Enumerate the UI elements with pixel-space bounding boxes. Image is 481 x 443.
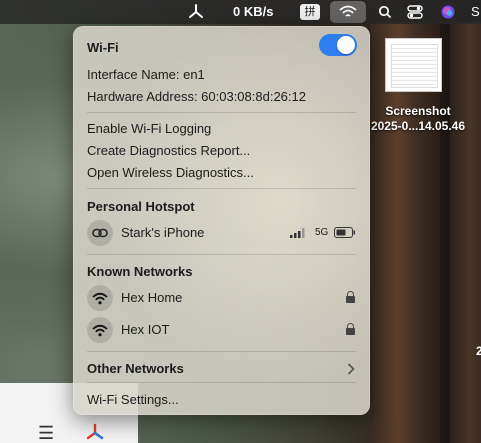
wifi-toggle[interactable] xyxy=(319,34,357,56)
hotspot-device-row[interactable]: Stark's iPhone 5G xyxy=(73,218,370,248)
menu-item-open-diagnostics[interactable]: Open Wireless Diagnostics... xyxy=(87,165,356,180)
screenshot-file-label[interactable]: Screenshot 2025-0...14.05.46 xyxy=(368,104,468,134)
app-logo-icon xyxy=(85,423,105,443)
siri-icon[interactable] xyxy=(440,0,456,24)
menubar-overflow-text[interactable]: S xyxy=(471,0,480,24)
network-row-hex-iot[interactable]: Hex IOT xyxy=(73,316,370,346)
other-networks-label: Other Networks xyxy=(87,361,184,376)
hotspot-header: Personal Hotspot xyxy=(87,199,195,214)
network-row-hex-home[interactable]: Hex Home xyxy=(73,284,370,314)
divider xyxy=(87,382,356,383)
tree-trunk xyxy=(450,22,481,443)
thumbnail-preview xyxy=(391,44,438,88)
chevron-right-icon xyxy=(347,363,355,375)
fan-icon[interactable] xyxy=(188,0,204,24)
network-type: 5G xyxy=(315,227,329,238)
file-name-line2: 2025-0...14.05.46 xyxy=(370,119,466,133)
wifi-icon xyxy=(87,285,113,311)
known-networks-header: Known Networks xyxy=(87,264,193,279)
hotspot-device-name: Stark's iPhone xyxy=(121,225,205,240)
other-networks-row[interactable]: Other Networks xyxy=(73,356,370,378)
lock-icon xyxy=(346,291,355,303)
wifi-icon xyxy=(87,317,113,343)
network-name: Hex Home xyxy=(121,290,183,305)
spotlight-search-icon[interactable] xyxy=(378,0,392,24)
cut-off-text: 2 xyxy=(476,344,481,358)
battery-icon xyxy=(334,227,355,238)
divider xyxy=(87,112,356,113)
file-name-line1: Screenshot xyxy=(385,104,451,118)
network-name: Hex IOT xyxy=(121,322,170,337)
interface-name: Interface Name: en1 xyxy=(87,67,205,82)
wifi-dropdown-menu: Wi-Fi Interface Name: en1 Hardware Addre… xyxy=(73,26,370,415)
hardware-address: Hardware Address: 60:03:08:8d:26:12 xyxy=(87,89,306,104)
wifi-icon xyxy=(339,5,357,17)
hotspot-link-icon xyxy=(87,220,113,246)
lock-icon xyxy=(346,323,355,335)
wifi-title: Wi-Fi xyxy=(87,40,119,55)
menu-item-create-diagnostics[interactable]: Create Diagnostics Report... xyxy=(87,143,356,158)
divider xyxy=(87,351,356,352)
toggle-knob xyxy=(337,36,355,54)
cellular-signal-icon xyxy=(290,228,305,238)
input-method-badge[interactable]: 拼 xyxy=(300,4,320,20)
network-speed[interactable]: 0 KB/s xyxy=(233,0,273,24)
wifi-settings-button[interactable]: Wi-Fi Settings... xyxy=(87,392,356,407)
wifi-menu-button[interactable] xyxy=(330,1,366,23)
menu-bar: 0 KB/s 拼 S xyxy=(0,0,481,24)
control-center-icon[interactable] xyxy=(407,0,423,24)
screenshot-file-thumbnail[interactable] xyxy=(385,38,442,92)
divider xyxy=(87,254,356,255)
menu-item-enable-logging[interactable]: Enable Wi-Fi Logging xyxy=(87,121,356,136)
divider xyxy=(87,188,356,189)
hamburger-menu-icon[interactable]: ☰ xyxy=(38,423,54,443)
